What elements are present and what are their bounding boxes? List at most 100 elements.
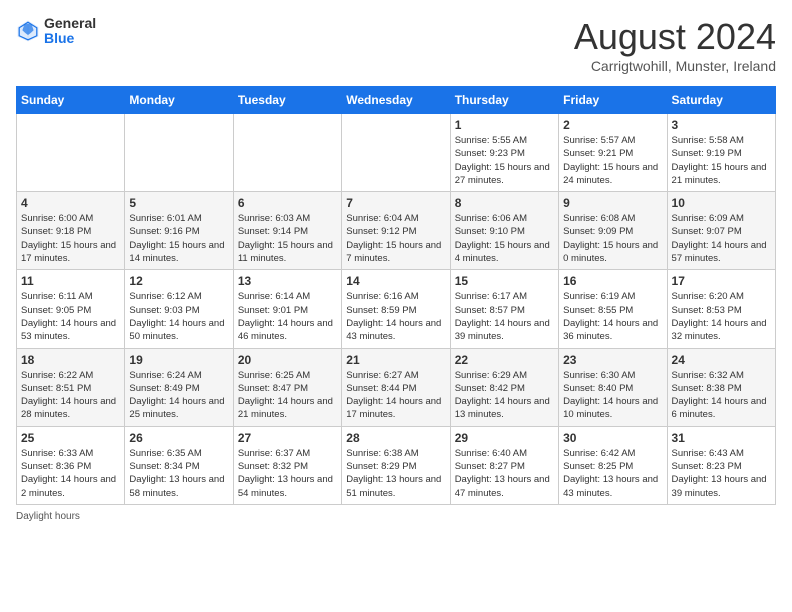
calendar-cell: 10 Sunrise: 6:09 AMSunset: 9:07 PMDayligh… (667, 192, 775, 270)
day-number: 29 (455, 431, 554, 445)
day-info: Sunrise: 6:06 AMSunset: 9:10 PMDaylight:… (455, 212, 554, 265)
weekday-header-row: SundayMondayTuesdayWednesdayThursdayFrid… (17, 87, 776, 114)
calendar-cell: 4 Sunrise: 6:00 AMSunset: 9:18 PMDaylight… (17, 192, 125, 270)
day-info: Sunrise: 6:09 AMSunset: 9:07 PMDaylight:… (672, 212, 771, 265)
day-info: Sunrise: 6:01 AMSunset: 9:16 PMDaylight:… (129, 212, 228, 265)
calendar-cell: 5 Sunrise: 6:01 AMSunset: 9:16 PMDaylight… (125, 192, 233, 270)
day-info: Sunrise: 6:08 AMSunset: 9:09 PMDaylight:… (563, 212, 662, 265)
day-info: Sunrise: 6:42 AMSunset: 8:25 PMDaylight:… (563, 447, 662, 500)
day-info: Sunrise: 6:25 AMSunset: 8:47 PMDaylight:… (238, 369, 337, 422)
day-number: 25 (21, 431, 120, 445)
logo-icon (16, 19, 40, 43)
calendar-cell: 18 Sunrise: 6:22 AMSunset: 8:51 PMDayligh… (17, 348, 125, 426)
logo-text: General Blue (44, 16, 96, 47)
day-number: 20 (238, 353, 337, 367)
day-number: 4 (21, 196, 120, 210)
weekday-monday: Monday (125, 87, 233, 114)
calendar-cell: 12Sunrise: 6:12 AMSunset: 9:03 PMDayligh… (125, 270, 233, 348)
calendar-cell: 3Sunrise: 5:58 AMSunset: 9:19 PMDaylight… (667, 114, 775, 192)
day-number: 10 (672, 196, 771, 210)
day-info: Sunrise: 6:37 AMSunset: 8:32 PMDaylight:… (238, 447, 337, 500)
calendar-cell: 23Sunrise: 6:30 AMSunset: 8:40 PMDayligh… (559, 348, 667, 426)
calendar-cell: 29 Sunrise: 6:40 AMSunset: 8:27 PMDayligh… (450, 426, 558, 504)
day-number: 13 (238, 274, 337, 288)
calendar-cell: 11Sunrise: 6:11 AMSunset: 9:05 PMDayligh… (17, 270, 125, 348)
day-number: 16 (563, 274, 662, 288)
day-number: 18 (21, 353, 120, 367)
calendar-cell: 13Sunrise: 6:14 AMSunset: 9:01 PMDayligh… (233, 270, 341, 348)
day-number: 24 (672, 353, 771, 367)
calendar-cell: 16 Sunrise: 6:19 AMSunset: 8:55 PMDayligh… (559, 270, 667, 348)
calendar-cell: 21 Sunrise: 6:27 AMSunset: 8:44 PMDayligh… (342, 348, 450, 426)
day-info: Sunrise: 5:55 AMSunset: 9:23 PMDaylight:… (455, 134, 554, 187)
day-info: Sunrise: 6:24 AMSunset: 8:49 PMDaylight:… (129, 369, 228, 422)
logo-blue-text: Blue (44, 31, 96, 46)
calendar-cell: 9Sunrise: 6:08 AMSunset: 9:09 PMDaylight… (559, 192, 667, 270)
day-info: Sunrise: 6:03 AMSunset: 9:14 PMDaylight:… (238, 212, 337, 265)
day-number: 21 (346, 353, 445, 367)
day-info: Sunrise: 6:29 AMSunset: 8:42 PMDaylight:… (455, 369, 554, 422)
day-number: 23 (563, 353, 662, 367)
calendar-cell: 2 Sunrise: 5:57 AMSunset: 9:21 PMDaylight… (559, 114, 667, 192)
calendar-cell: 1 Sunrise: 5:55 AMSunset: 9:23 PMDaylight… (450, 114, 558, 192)
day-number: 22 (455, 353, 554, 367)
calendar-cell: 17Sunrise: 6:20 AMSunset: 8:53 PMDayligh… (667, 270, 775, 348)
calendar-cell: 7Sunrise: 6:04 AMSunset: 9:12 PMDaylight… (342, 192, 450, 270)
weekday-wednesday: Wednesday (342, 87, 450, 114)
weekday-friday: Friday (559, 87, 667, 114)
day-info: Sunrise: 6:38 AMSunset: 8:29 PMDaylight:… (346, 447, 445, 500)
day-number: 6 (238, 196, 337, 210)
weekday-sunday: Sunday (17, 87, 125, 114)
calendar-cell (17, 114, 125, 192)
calendar-week-1: 1 Sunrise: 5:55 AMSunset: 9:23 PMDaylight… (17, 114, 776, 192)
day-info: Sunrise: 6:32 AMSunset: 8:38 PMDaylight:… (672, 369, 771, 422)
day-info: Sunrise: 6:35 AMSunset: 8:34 PMDaylight:… (129, 447, 228, 500)
day-number: 19 (129, 353, 228, 367)
daylight-hours-label: Daylight hours (16, 511, 80, 522)
weekday-thursday: Thursday (450, 87, 558, 114)
day-info: Sunrise: 6:20 AMSunset: 8:53 PMDaylight:… (672, 290, 771, 343)
calendar-cell: 25 Sunrise: 6:33 AMSunset: 8:36 PMDayligh… (17, 426, 125, 504)
day-number: 5 (129, 196, 228, 210)
calendar-week-5: 25 Sunrise: 6:33 AMSunset: 8:36 PMDayligh… (17, 426, 776, 504)
day-number: 27 (238, 431, 337, 445)
day-number: 30 (563, 431, 662, 445)
day-info: Sunrise: 6:27 AMSunset: 8:44 PMDaylight:… (346, 369, 445, 422)
calendar-cell: 30 Sunrise: 6:42 AMSunset: 8:25 PMDayligh… (559, 426, 667, 504)
weekday-saturday: Saturday (667, 87, 775, 114)
day-number: 12 (129, 274, 228, 288)
calendar-cell (125, 114, 233, 192)
day-info: Sunrise: 6:00 AMSunset: 9:18 PMDaylight:… (21, 212, 120, 265)
calendar-cell: 6 Sunrise: 6:03 AMSunset: 9:14 PMDaylight… (233, 192, 341, 270)
calendar-cell: 24 Sunrise: 6:32 AMSunset: 8:38 PMDayligh… (667, 348, 775, 426)
calendar-week-2: 4 Sunrise: 6:00 AMSunset: 9:18 PMDaylight… (17, 192, 776, 270)
day-number: 3 (672, 118, 771, 132)
day-info: Sunrise: 6:04 AMSunset: 9:12 PMDaylight:… (346, 212, 445, 265)
day-info: Sunrise: 6:43 AMSunset: 8:23 PMDaylight:… (672, 447, 771, 500)
calendar-cell: 28 Sunrise: 6:38 AMSunset: 8:29 PMDayligh… (342, 426, 450, 504)
day-info: Sunrise: 5:57 AMSunset: 9:21 PMDaylight:… (563, 134, 662, 187)
calendar-cell: 22 Sunrise: 6:29 AMSunset: 8:42 PMDayligh… (450, 348, 558, 426)
day-info: Sunrise: 6:22 AMSunset: 8:51 PMDaylight:… (21, 369, 120, 422)
calendar-cell: 19 Sunrise: 6:24 AMSunset: 8:49 PMDayligh… (125, 348, 233, 426)
logo-general-text: General (44, 16, 96, 31)
logo: General Blue (16, 16, 96, 47)
month-title: August 2024 (574, 16, 776, 58)
day-info: Sunrise: 6:16 AMSunset: 8:59 PMDaylight:… (346, 290, 445, 343)
day-info: Sunrise: 6:19 AMSunset: 8:55 PMDaylight:… (563, 290, 662, 343)
calendar-cell: 27 Sunrise: 6:37 AMSunset: 8:32 PMDayligh… (233, 426, 341, 504)
day-info: Sunrise: 6:11 AMSunset: 9:05 PMDaylight:… (21, 290, 120, 343)
calendar-cell: 20 Sunrise: 6:25 AMSunset: 8:47 PMDayligh… (233, 348, 341, 426)
day-number: 31 (672, 431, 771, 445)
calendar-table: SundayMondayTuesdayWednesdayThursdayFrid… (16, 86, 776, 505)
day-info: Sunrise: 6:33 AMSunset: 8:36 PMDaylight:… (21, 447, 120, 500)
calendar-cell: 15Sunrise: 6:17 AMSunset: 8:57 PMDayligh… (450, 270, 558, 348)
day-number: 8 (455, 196, 554, 210)
day-info: Sunrise: 6:40 AMSunset: 8:27 PMDaylight:… (455, 447, 554, 500)
title-area: August 2024 Carrigtwohill, Munster, Irel… (574, 16, 776, 74)
calendar-cell: 31 Sunrise: 6:43 AMSunset: 8:23 PMDayligh… (667, 426, 775, 504)
day-number: 15 (455, 274, 554, 288)
day-number: 1 (455, 118, 554, 132)
day-number: 2 (563, 118, 662, 132)
day-number: 28 (346, 431, 445, 445)
